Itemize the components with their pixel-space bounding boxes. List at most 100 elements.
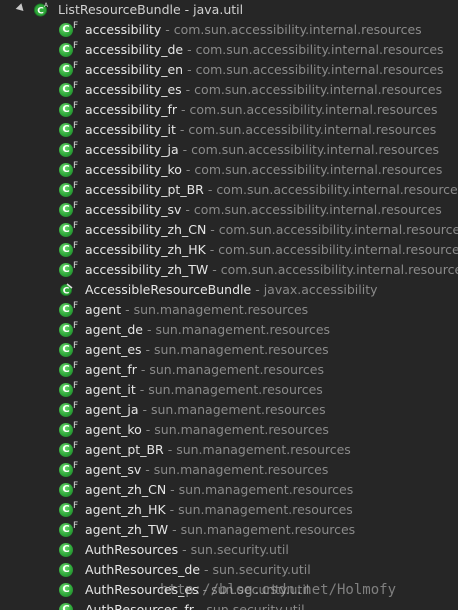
tree-item[interactable]: C Fagent_ja - sun.management.resources	[0, 400, 458, 420]
package-name: com.sun.accessibility.internal.resources	[195, 42, 444, 57]
package-name: sun.security.util	[206, 602, 305, 610]
final-badge-icon: F	[73, 381, 79, 391]
class-name: AuthResources_fr	[85, 602, 194, 610]
package-name: sun.management.resources	[154, 422, 329, 437]
final-badge-icon: F	[73, 321, 79, 331]
tree-item[interactable]: C Fagent_ko - sun.management.resources	[0, 420, 458, 440]
class-name: agent_zh_CN	[85, 482, 167, 497]
svg-text:C: C	[63, 287, 70, 297]
tree-item[interactable]: C Faccessibility_en - com.sun.accessibili…	[0, 60, 458, 80]
final-badge-icon: F	[73, 261, 79, 271]
final-badge-icon: F	[73, 441, 79, 451]
package-name: sun.management.resources	[154, 342, 329, 357]
tree-item[interactable]: C Fagent_fr - sun.management.resources	[0, 360, 458, 380]
separator: -	[141, 342, 155, 357]
tree-item[interactable]: C AuthResources_fr - sun.security.util	[0, 600, 458, 610]
tree-item-label: agent_zh_TW - sun.management.resources	[85, 522, 355, 538]
class-name: accessibility_zh_CN	[85, 222, 207, 237]
final-badge-icon: F	[73, 361, 79, 371]
tree-item-label: agent_de - sun.management.resources	[85, 322, 330, 338]
expand-arrow-icon[interactable]	[15, 3, 27, 14]
package-name: com.sun.accessibility.internal.resources	[194, 162, 443, 177]
final-badge-icon: F	[73, 501, 79, 511]
class-name: agent_es	[85, 342, 142, 357]
tree-item[interactable]: C Faccessibility_it - com.sun.accessibili…	[0, 120, 458, 140]
tree-item[interactable]: C AuthResources_de - sun.security.util	[0, 560, 458, 580]
tree-item[interactable]: C Faccessibility_sv - com.sun.accessibili…	[0, 200, 458, 220]
tree-item[interactable]: C Fagent_zh_TW - sun.management.resources	[0, 520, 458, 540]
class-final-icon: C	[59, 243, 73, 257]
separator: -	[168, 522, 181, 537]
final-badge-icon: F	[73, 21, 79, 31]
class-final-icon: C	[59, 163, 73, 177]
separator: -	[141, 422, 155, 437]
tree-item-label: agent_ko - sun.management.resources	[85, 422, 329, 438]
class-name: accessibility_ko	[85, 162, 182, 177]
final-badge-icon: F	[73, 61, 79, 71]
class-name: agent_pt_BR	[85, 442, 164, 457]
package-name: sun.management.resources	[155, 322, 331, 337]
separator: -	[165, 502, 179, 517]
tree-item[interactable]: C Faccessibility_zh_TW - com.sun.accessib…	[0, 260, 458, 280]
final-badge-icon: F	[73, 481, 79, 491]
class-final-icon: C	[59, 483, 73, 497]
tree-item-label: AuthResources_de - sun.security.util	[85, 562, 311, 578]
class-final-icon: C	[59, 83, 73, 97]
tree-item-label: agent_it - sun.management.resources	[85, 382, 323, 398]
package-name: sun.management.resources	[176, 442, 351, 457]
class-final-icon: C	[59, 363, 73, 377]
tree-root-row[interactable]: C A ListResourceBundle - java.util	[0, 0, 458, 20]
tree-item[interactable]: C Faccessibility_ko - com.sun.accessibili…	[0, 160, 458, 180]
tree-item[interactable]: C AccessibleResourceBundle - javax.access…	[0, 280, 458, 300]
class-final-icon: C	[59, 403, 73, 417]
class-name: AuthResources_de	[85, 562, 201, 577]
tree-item-label: accessibility_zh_TW - com.sun.accessibil…	[85, 262, 458, 278]
package-name: com.sun.accessibility.internal.resources	[218, 222, 458, 237]
tree-item[interactable]: C Faccessibility_ja - com.sun.accessibili…	[0, 140, 458, 160]
tree-item[interactable]: C Faccessibility - com.sun.accessibility.…	[0, 20, 458, 40]
tree-item[interactable]: C Fagent_it - sun.management.resources	[0, 380, 458, 400]
tree-item[interactable]: C Faccessibility_pt_BR - com.sun.accessib…	[0, 180, 458, 200]
class-icon: C	[59, 543, 73, 557]
separator: -	[200, 562, 213, 577]
tree-item[interactable]: C Fagent_sv - sun.management.resources	[0, 460, 458, 480]
class-name: agent_sv	[85, 462, 142, 477]
tree-item[interactable]: C AuthResources_es - sun.security.util	[0, 580, 458, 600]
class-final-icon: C	[59, 303, 73, 317]
separator: -	[183, 42, 196, 57]
final-badge-icon: F	[73, 181, 79, 191]
tree-item[interactable]: C Faccessibility_es - com.sun.accessibili…	[0, 80, 458, 100]
separator: -	[175, 122, 189, 137]
package-name: sun.management.resources	[178, 502, 353, 517]
tree-item[interactable]: C Fagent_de - sun.management.resources	[0, 320, 458, 340]
final-badge-icon: F	[73, 521, 79, 531]
class-name: agent_ja	[85, 402, 139, 417]
tree-item[interactable]: C Fagent_pt_BR - sun.management.resources	[0, 440, 458, 460]
final-badge-icon: F	[73, 201, 79, 211]
final-badge-icon: F	[73, 101, 79, 111]
separator: -	[205, 242, 219, 257]
final-badge-icon: F	[73, 421, 79, 431]
package-name: sun.security.util	[211, 582, 310, 597]
class-final-icon: C	[59, 263, 73, 277]
tree-item[interactable]: C Fagent_zh_CN - sun.management.resources	[0, 480, 458, 500]
class-name: AuthResources_es	[85, 582, 199, 597]
tree-item[interactable]: C AuthResources - sun.security.util	[0, 540, 458, 560]
tree-item[interactable]: C Fagent - sun.management.resources	[0, 300, 458, 320]
tree-item[interactable]: C Faccessibility_de - com.sun.accessibili…	[0, 40, 458, 60]
tree-item[interactable]: C Faccessibility_zh_HK - com.sun.accessib…	[0, 240, 458, 260]
class-final-icon: C	[59, 443, 73, 457]
class-final-icon: C	[59, 383, 73, 397]
class-name: accessibility_fr	[85, 102, 178, 117]
class-name: accessibility_pt_BR	[85, 182, 204, 197]
tree-item-label: agent_es - sun.management.resources	[85, 342, 329, 358]
tree-item[interactable]: C Faccessibility_fr - com.sun.accessibili…	[0, 100, 458, 120]
package-name: com.sun.accessibility.internal.resources	[189, 102, 438, 117]
tree-item[interactable]: C Fagent_zh_HK - sun.management.resources	[0, 500, 458, 520]
package-name: sun.management.resources	[148, 382, 323, 397]
tree-item[interactable]: C Fagent_es - sun.management.resources	[0, 340, 458, 360]
separator: -	[178, 142, 192, 157]
package-name: sun.management.resources	[150, 402, 326, 417]
tree-item[interactable]: C Faccessibility_zh_CN - com.sun.accessib…	[0, 220, 458, 240]
separator: -	[206, 222, 219, 237]
